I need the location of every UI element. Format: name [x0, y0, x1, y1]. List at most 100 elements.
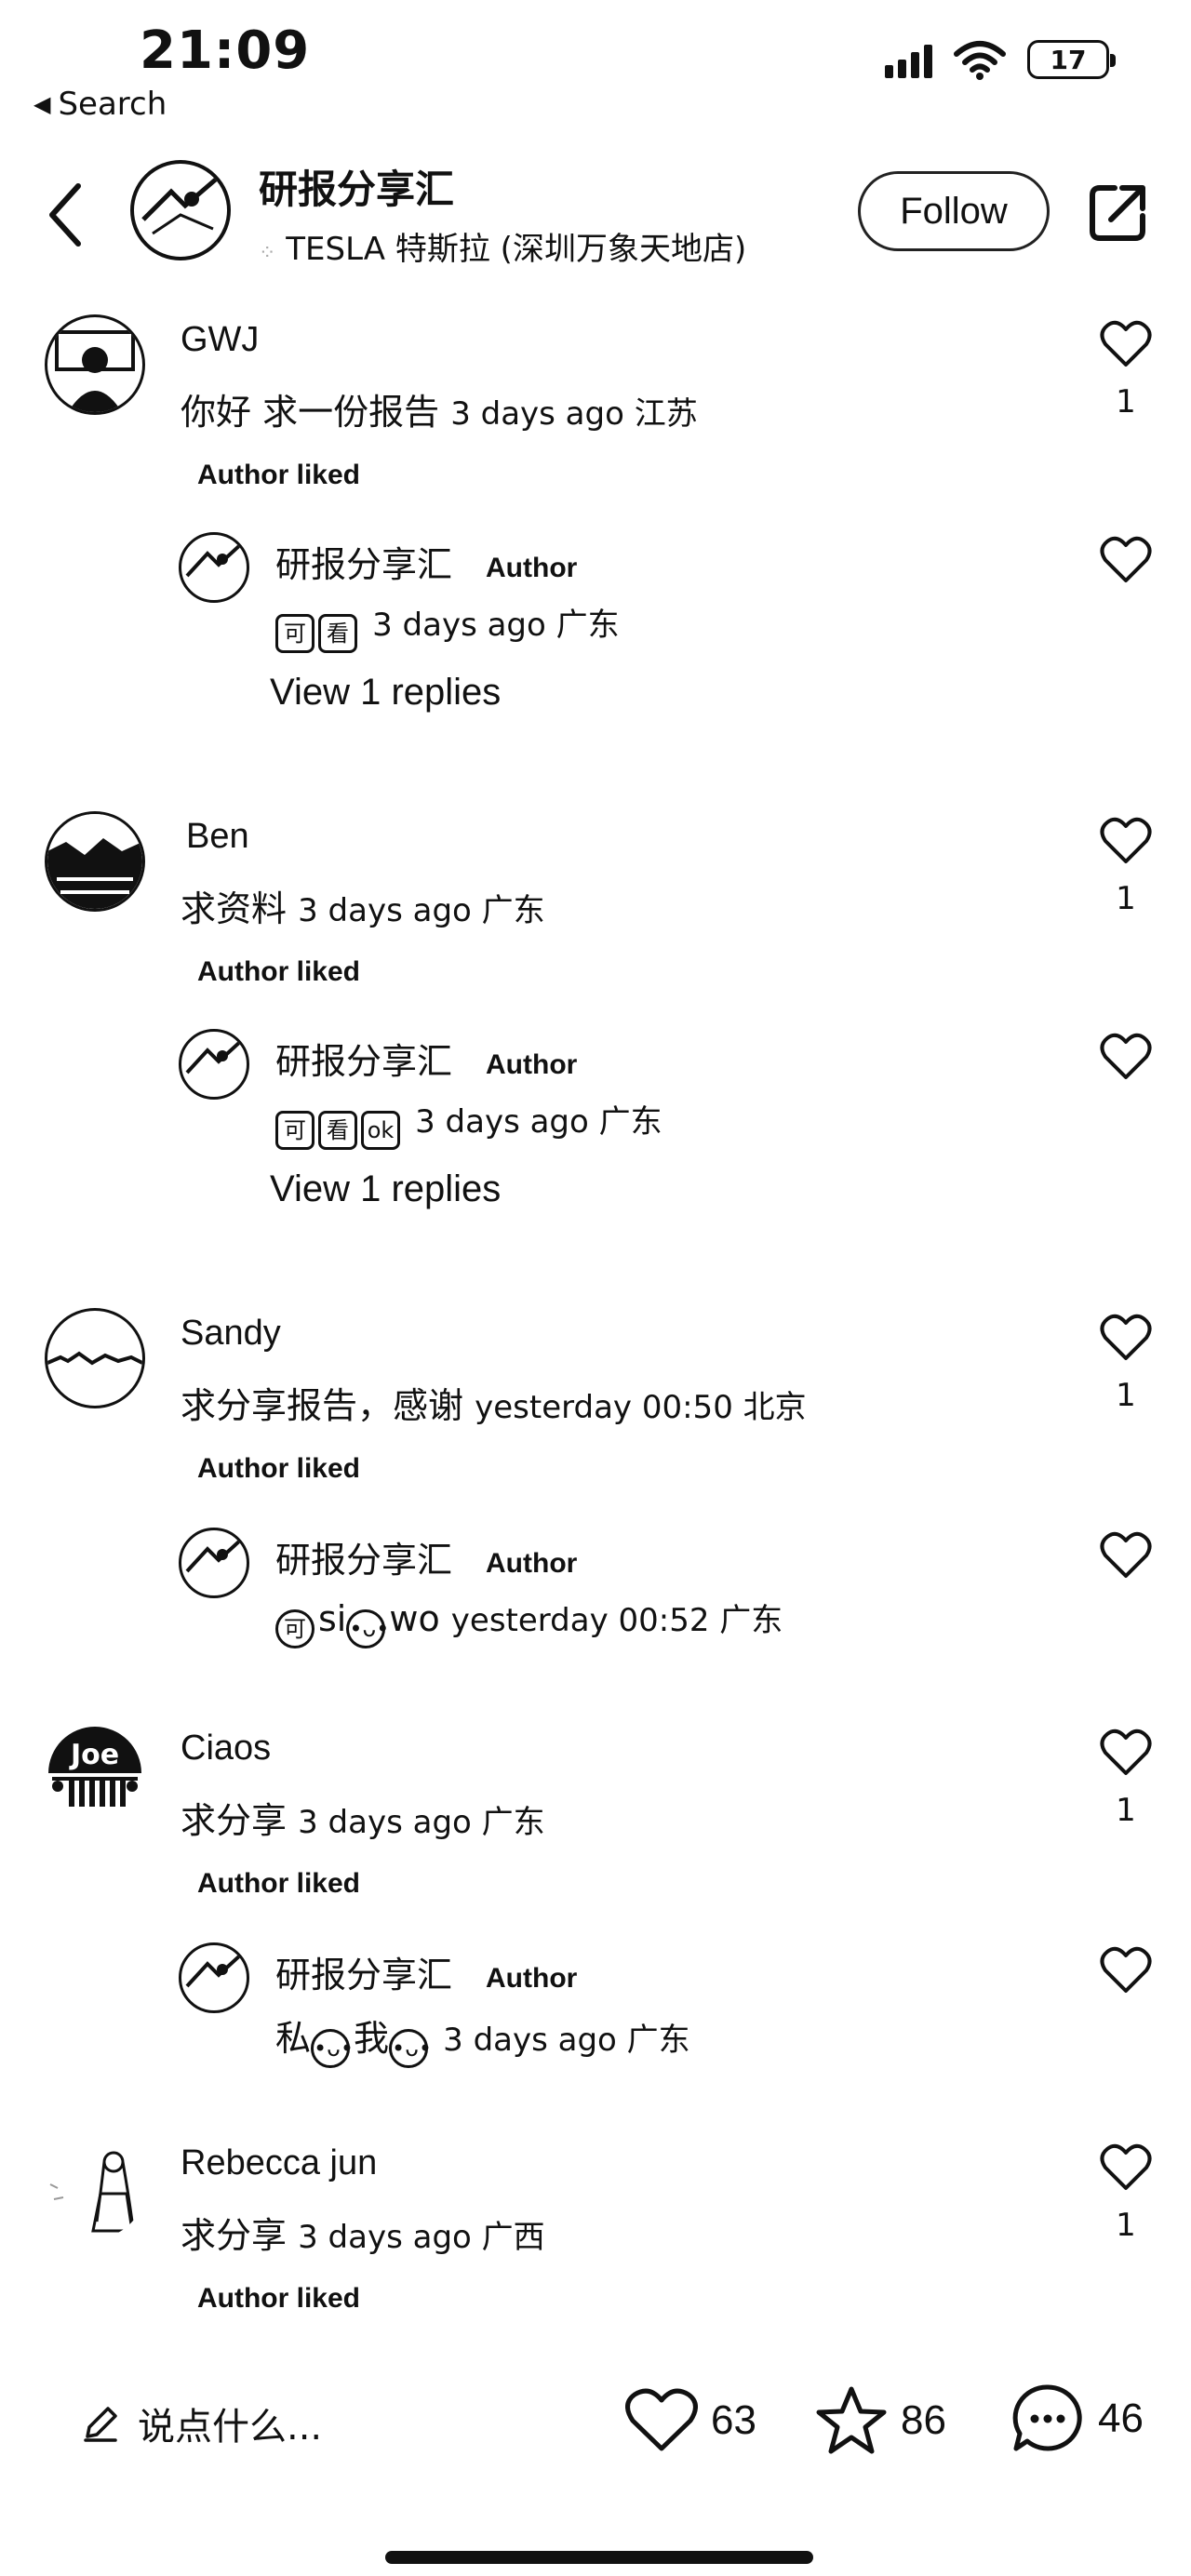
like-heart-icon[interactable] [1100, 817, 1152, 865]
comment-post-button[interactable]: 46 [1010, 2382, 1144, 2456]
sticker-emoji-icon: 看 [318, 1111, 357, 1150]
commenter-avatar[interactable] [45, 2138, 145, 2238]
reply-text-part: 我 [354, 2018, 390, 2059]
sticker-emoji-icon: 可 [275, 614, 314, 653]
commenter-avatar[interactable] [45, 1308, 145, 1408]
bunny-emoji-icon: •ᴗ• [311, 2029, 354, 2068]
account-avatar[interactable] [130, 160, 231, 260]
commenter-avatar[interactable] [45, 314, 145, 415]
reply-name[interactable]: 研报分享汇 [275, 1531, 452, 1582]
like-heart-icon[interactable] [1100, 2143, 1152, 2192]
reply-text-part: wo [389, 1598, 440, 1639]
comment-text: 你好 求一份报告 3 days ago 江苏 [181, 392, 698, 433]
view-replies-link[interactable]: View 1 replies [270, 1168, 501, 1210]
comment-meta: 3 days ago 江苏 [450, 395, 698, 433]
like-count: 1 [1116, 2207, 1136, 2244]
reply-name[interactable]: 研报分享汇 [275, 536, 452, 587]
reply-header: 研报分享汇 Author [275, 1946, 577, 1997]
reply-avatar[interactable] [179, 1942, 249, 2013]
author-liked-badge: Author liked [197, 1868, 361, 1899]
bunny-emoji-icon: •ᴗ• [389, 2029, 432, 2068]
battery-level: 17 [1050, 44, 1087, 75]
avatar-image-icon [185, 1953, 243, 1988]
comment-meta: 3 days ago 广东 [298, 892, 545, 929]
heart-icon [625, 2388, 698, 2451]
comment-compose-input[interactable]: 说点什么... [80, 2396, 322, 2450]
bunny-emoji-icon: •ᴗ• [346, 1609, 389, 1648]
reply-name[interactable]: 研报分享汇 [275, 1033, 452, 1084]
like-count: 1 [1116, 1377, 1136, 1414]
author-tag: Author [486, 1963, 578, 1994]
commenter-name[interactable]: GWJ [181, 320, 259, 360]
signal-icon [885, 41, 932, 78]
back-to-app-link[interactable]: ◀ Search [33, 86, 167, 123]
sticker-emoji-icon: ok [361, 1111, 400, 1150]
sticker-emoji-icon: 可 [275, 1111, 314, 1150]
comment-text: 求分享 3 days ago 广西 [181, 2215, 545, 2256]
reply-meta: 3 days ago 广东 [443, 2022, 690, 2059]
sticker-emoji-icon: 看 [318, 614, 357, 653]
avatar-image-icon [185, 1538, 243, 1573]
reply-avatar[interactable] [179, 532, 249, 603]
reply-text: 私 •ᴗ•我 •ᴗ• 3 days ago 广东 [275, 2009, 690, 2068]
commenter-name[interactable]: Ciaos [181, 1728, 271, 1768]
reply-text: 可 si •ᴗ•wo yesterday 00:52 广东 [275, 1595, 783, 1648]
view-replies-link[interactable]: View 1 replies [270, 672, 501, 714]
author-liked-badge: Author liked [197, 1453, 361, 1484]
reply-header: 研报分享汇 Author [275, 1033, 577, 1084]
svg-text:Joe: Joe [69, 1739, 119, 1771]
author-tag: Author [486, 1049, 578, 1080]
avatar-image-icon [185, 1039, 243, 1074]
like-post-button[interactable]: 63 [625, 2387, 756, 2454]
comment-text: 求资料 3 days ago 广东 [181, 888, 545, 929]
post-favorite-count: 86 [901, 2397, 946, 2443]
like-count: 1 [1116, 383, 1136, 420]
back-chevron-icon[interactable] [37, 173, 93, 257]
like-heart-icon[interactable] [1100, 1946, 1152, 1995]
location-tag[interactable]: ⁘ TESLA 特斯拉 (深圳万象天地店) [259, 223, 746, 269]
comment-bubble-icon [1012, 2384, 1082, 2451]
commenter-name[interactable]: Ben [186, 817, 249, 857]
status-time: 21:09 [140, 20, 311, 81]
like-count: 1 [1116, 880, 1136, 917]
like-heart-icon[interactable] [1100, 320, 1152, 368]
reply-text: 可看 3 days ago 广东 [275, 599, 620, 653]
like-heart-icon[interactable] [1100, 1033, 1152, 1081]
reply-avatar[interactable] [179, 1528, 249, 1598]
reply-avatar[interactable] [179, 1029, 249, 1100]
comment-text: 求分享 3 days ago 广东 [181, 1800, 545, 1841]
home-indicator[interactable] [385, 2551, 813, 2564]
commenter-avatar[interactable]: Joe [45, 1723, 145, 1823]
comment-meta: 3 days ago 广东 [298, 1804, 545, 1841]
reply-name[interactable]: 研报分享汇 [275, 1946, 452, 1997]
sticker-emoji-icon: 可 [275, 1609, 314, 1648]
favorite-post-button[interactable]: 86 [815, 2385, 946, 2456]
share-icon[interactable] [1087, 182, 1148, 244]
wifi-icon [954, 41, 1006, 80]
compose-placeholder: 说点什么... [138, 2406, 323, 2449]
skyline-photo-icon [47, 1351, 142, 1366]
comment-text: 求分享报告，感谢 yesterday 00:50 北京 [181, 1385, 807, 1426]
like-heart-icon[interactable] [1100, 1728, 1152, 1777]
commenter-avatar[interactable] [45, 811, 145, 912]
like-heart-icon[interactable] [1100, 1314, 1152, 1362]
commenter-name[interactable]: Sandy [181, 1314, 281, 1354]
page-title: 研报分享汇 [259, 167, 455, 212]
pencil-icon [84, 2407, 117, 2442]
reply-text-part: si [318, 1598, 347, 1639]
battery-icon: 17 [1027, 40, 1116, 79]
reply-header: 研报分享汇 Author [275, 536, 577, 587]
follow-button[interactable]: Follow [858, 171, 1050, 251]
crowd-photo-icon [47, 814, 142, 909]
author-liked-badge: Author liked [197, 460, 361, 490]
like-heart-icon[interactable] [1100, 536, 1152, 584]
author-liked-badge: Author liked [197, 2283, 361, 2314]
author-tag: Author [486, 1548, 578, 1579]
location-dot-icon: ⁘ [259, 242, 276, 265]
commenter-name[interactable]: Rebecca jun [181, 2143, 377, 2183]
like-heart-icon[interactable] [1100, 1531, 1152, 1580]
reply-meta: yesterday 00:52 广东 [450, 1602, 783, 1639]
post-like-count: 63 [711, 2397, 756, 2443]
location-label: TESLA 特斯拉 (深圳万象天地店) [286, 231, 747, 268]
like-count: 1 [1116, 1792, 1136, 1829]
